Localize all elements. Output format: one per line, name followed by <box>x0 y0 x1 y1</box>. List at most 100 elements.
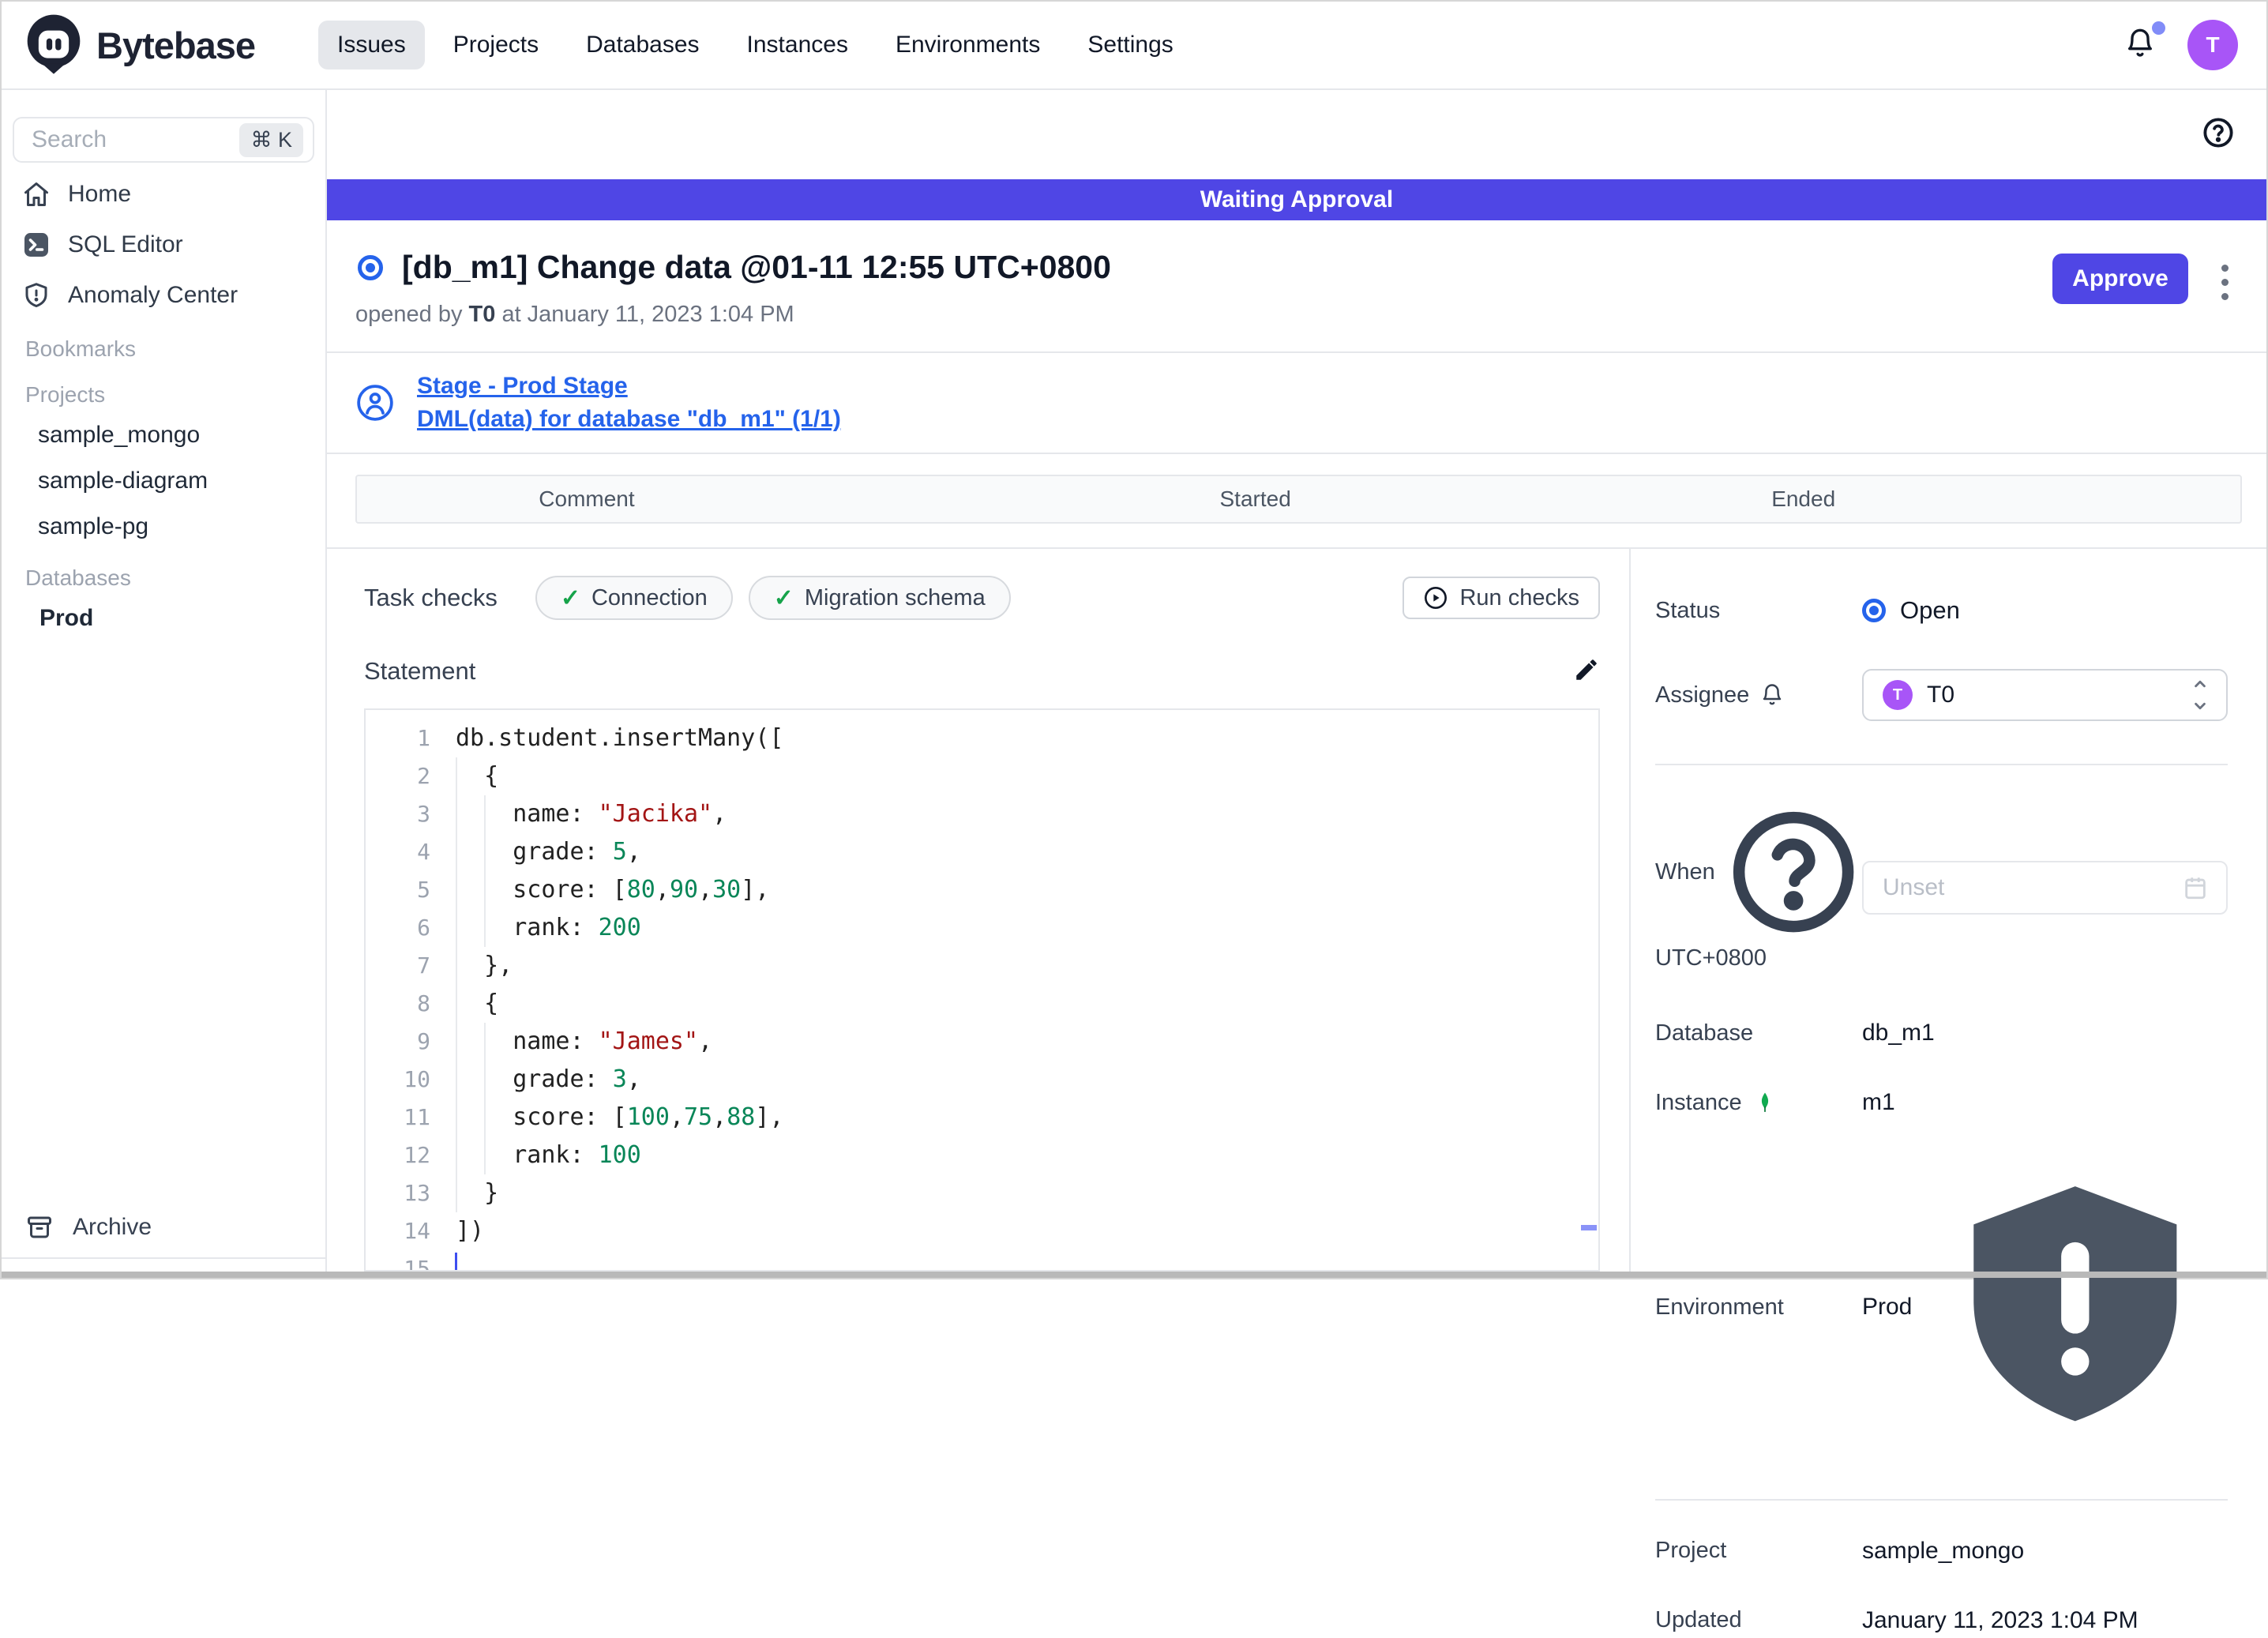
stage-section: Stage - Prod Stage DML(data) for databas… <box>327 353 2266 454</box>
assignee-bell-icon[interactable] <box>1760 683 1784 707</box>
terminal-icon <box>24 233 48 257</box>
nav-issues[interactable]: Issues <box>318 21 425 70</box>
line-number: 11 <box>404 1104 430 1130</box>
nav-projects[interactable]: Projects <box>434 21 558 70</box>
code-line[interactable]: 2 { <box>366 757 1598 795</box>
line-number: 8 <box>417 990 430 1016</box>
sidebar-item-home[interactable]: Home <box>2 169 325 220</box>
code-line[interactable]: 10 grade: 3, <box>366 1061 1598 1099</box>
stage-link[interactable]: Stage - Prod Stage <box>417 373 841 400</box>
code-line[interactable]: 7 }, <box>366 947 1598 985</box>
nav-instances[interactable]: Instances <box>728 21 867 70</box>
approval-banner: Waiting Approval <box>327 179 2266 220</box>
main-nav: Issues Projects Databases Instances Envi… <box>318 21 1192 70</box>
issue-open-status-icon <box>358 254 383 280</box>
code-line[interactable]: 14]) <box>366 1212 1598 1250</box>
column-started: Started <box>1219 487 1291 511</box>
line-number: 14 <box>404 1218 430 1244</box>
code-line[interactable]: 9 name: "James", <box>366 1023 1598 1061</box>
code-line[interactable]: 5 score: [80,90,30], <box>366 871 1598 909</box>
top-navbar: Bytebase Issues Projects Databases Insta… <box>2 2 2266 90</box>
approve-button[interactable]: Approve <box>2052 254 2188 304</box>
play-circle-icon <box>1425 587 1448 609</box>
bytebase-mascot-icon <box>27 14 81 74</box>
archive-icon <box>28 1216 51 1238</box>
assignee-avatar: T <box>1883 680 1913 710</box>
notification-dot <box>2152 21 2165 35</box>
check-migration-schema[interactable]: ✓ Migration schema <box>748 576 1011 620</box>
code-line[interactable]: 15 <box>366 1250 1598 1272</box>
line-number: 12 <box>404 1142 430 1168</box>
project-label: Project <box>1655 1538 1727 1564</box>
search-input[interactable] <box>32 126 240 153</box>
nav-environments[interactable]: Environments <box>877 21 1059 70</box>
sidebar-project-sample-pg[interactable]: sample-pg <box>2 504 325 550</box>
task-run-table: Comment Started Ended <box>327 454 2266 547</box>
user-avatar[interactable]: T <box>2187 20 2238 70</box>
column-ended: Ended <box>1771 487 1836 511</box>
line-number: 10 <box>404 1066 430 1092</box>
content-topbar <box>327 90 2266 179</box>
sidebar-section-databases: Databases <box>25 565 131 590</box>
line-number: 4 <box>417 839 430 865</box>
sidebar-project-sample-mongo[interactable]: sample_mongo <box>2 412 325 458</box>
sidebar-item-sql-editor[interactable]: SQL Editor <box>2 220 325 270</box>
issue-opened-line: opened by T0 at January 11, 2023 1:04 PM <box>355 302 794 327</box>
environment-value: Prod <box>1862 1294 1913 1321</box>
select-chevrons-icon <box>2190 674 2210 716</box>
code-lines: 1 db.student.insertMany([2 {3 name: "Jaci… <box>366 719 1598 1272</box>
issue-sidebar: Status Open Assignee T T0 When UTC+0800 … <box>1629 549 2266 1633</box>
sidebar-database-prod[interactable]: Prod <box>2 595 325 641</box>
mongodb-leaf-icon <box>1761 1092 1768 1113</box>
run-checks-button[interactable]: Run checks <box>1402 577 1600 619</box>
assignee-label: Assignee <box>1655 682 1862 708</box>
status-open-icon <box>1862 599 1886 622</box>
notification-bell-icon[interactable] <box>2124 21 2165 62</box>
issue-title: [db_m1] Change data @01-11 12:55 UTC+080… <box>402 249 1111 285</box>
code-line[interactable]: 4 grade: 5, <box>366 833 1598 871</box>
more-options-icon[interactable] <box>2218 261 2232 303</box>
code-line[interactable]: 6 rank: 200 <box>366 909 1598 947</box>
check-connection[interactable]: ✓ Connection <box>535 576 733 620</box>
line-number: 13 <box>404 1180 430 1206</box>
edit-statement-icon[interactable] <box>1573 656 1600 687</box>
line-number: 5 <box>417 877 430 903</box>
sidebar-project-sample-diagram[interactable]: sample-diagram <box>2 458 325 504</box>
help-icon[interactable] <box>2202 116 2235 153</box>
issue-header: [db_m1] Change data @01-11 12:55 UTC+080… <box>327 220 2266 353</box>
bytebase-logo[interactable]: Bytebase <box>22 13 256 77</box>
archive-label: Archive <box>73 1214 152 1240</box>
line-number: 9 <box>417 1028 430 1054</box>
shield-alert-icon <box>25 283 47 307</box>
code-line[interactable]: 8 { <box>366 985 1598 1023</box>
assignee-select[interactable]: T T0 <box>1862 669 2228 721</box>
when-datetime-input[interactable]: Unset <box>1862 860 2228 915</box>
issue-opener: T0 <box>468 302 496 327</box>
sidebar-bottom-divider <box>2 1257 325 1259</box>
code-line[interactable]: 3 name: "Jacika", <box>366 795 1598 833</box>
nav-databases[interactable]: Databases <box>567 21 718 70</box>
window-bottom-edge <box>2 1272 2266 1278</box>
approval-banner-text: Waiting Approval <box>1200 186 1394 212</box>
sidebar-item-anomaly-center[interactable]: Anomaly Center <box>2 270 325 321</box>
when-placeholder: Unset <box>1883 873 1945 900</box>
nav-settings[interactable]: Settings <box>1068 21 1192 70</box>
calendar-icon <box>2185 877 2206 899</box>
line-number: 15 <box>404 1256 430 1272</box>
line-number: 2 <box>417 763 430 789</box>
code-line[interactable]: 12 rank: 100 <box>366 1136 1598 1174</box>
code-line[interactable]: 11 score: [100,75,88], <box>366 1099 1598 1136</box>
code-line[interactable]: 1 db.student.insertMany([ <box>366 719 1598 757</box>
help-circle-icon <box>1733 811 1854 933</box>
brand-name: Bytebase <box>96 24 256 66</box>
instance-value: m1 <box>1862 1089 1895 1116</box>
sidebar: ⌘ K Home SQL Editor Anomaly Center Bookm… <box>2 90 327 1272</box>
search-box[interactable]: ⌘ K <box>13 117 314 163</box>
code-line[interactable]: 13 } <box>366 1174 1598 1212</box>
search-shortcut-badge: ⌘ K <box>239 122 303 157</box>
statement-editor[interactable]: 1 db.student.insertMany([2 {3 name: "Jaci… <box>364 708 1600 1272</box>
updated-label: Updated <box>1655 1607 1742 1633</box>
task-link[interactable]: DML(data) for database "db_m1" (1/1) <box>417 406 841 433</box>
check-passed-icon: ✓ <box>560 584 580 611</box>
sidebar-item-archive[interactable]: Archive <box>2 1200 325 1254</box>
